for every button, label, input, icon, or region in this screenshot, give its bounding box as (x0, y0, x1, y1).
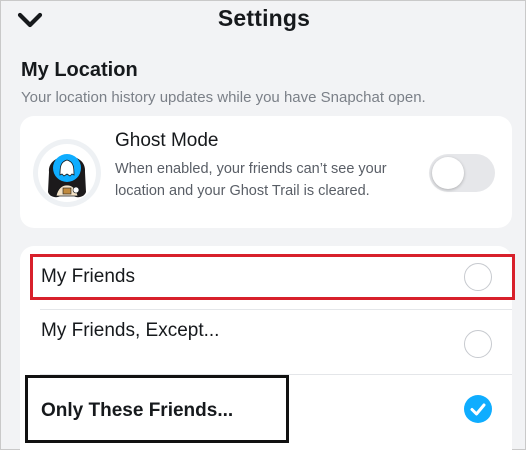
ghost-mode-title: Ghost Mode (115, 130, 219, 151)
radio-unchecked-icon[interactable] (464, 330, 492, 358)
option-label: My Friends, Except... (41, 320, 220, 341)
section-title: My Location (21, 59, 138, 81)
header: Settings (1, 1, 526, 41)
option-my-friends-except[interactable]: My Friends, Except... (20, 310, 512, 374)
radio-checked-icon[interactable] (464, 395, 492, 423)
ghost-mode-toggle[interactable] (429, 154, 495, 192)
checkmark-icon (470, 403, 486, 416)
option-label: My Friends (41, 266, 135, 287)
location-options-card: My Friends My Friends, Except... Only Th… (20, 246, 512, 450)
toggle-knob (432, 157, 464, 189)
option-label: Only These Friends... (41, 400, 234, 421)
ghost-mode-card: Ghost Mode When enabled, your friends ca… (20, 116, 512, 228)
option-my-friends[interactable]: My Friends (20, 256, 512, 308)
radio-unchecked-icon[interactable] (464, 263, 492, 291)
option-only-these-friends[interactable]: Only These Friends... (20, 375, 512, 445)
page-title: Settings (217, 5, 311, 31)
bitmoji-avatar-icon (32, 138, 102, 208)
section-subtitle: Your location history updates while you … (21, 89, 426, 106)
ghost-mode-description: When enabled, your friends can’t see you… (115, 161, 387, 199)
